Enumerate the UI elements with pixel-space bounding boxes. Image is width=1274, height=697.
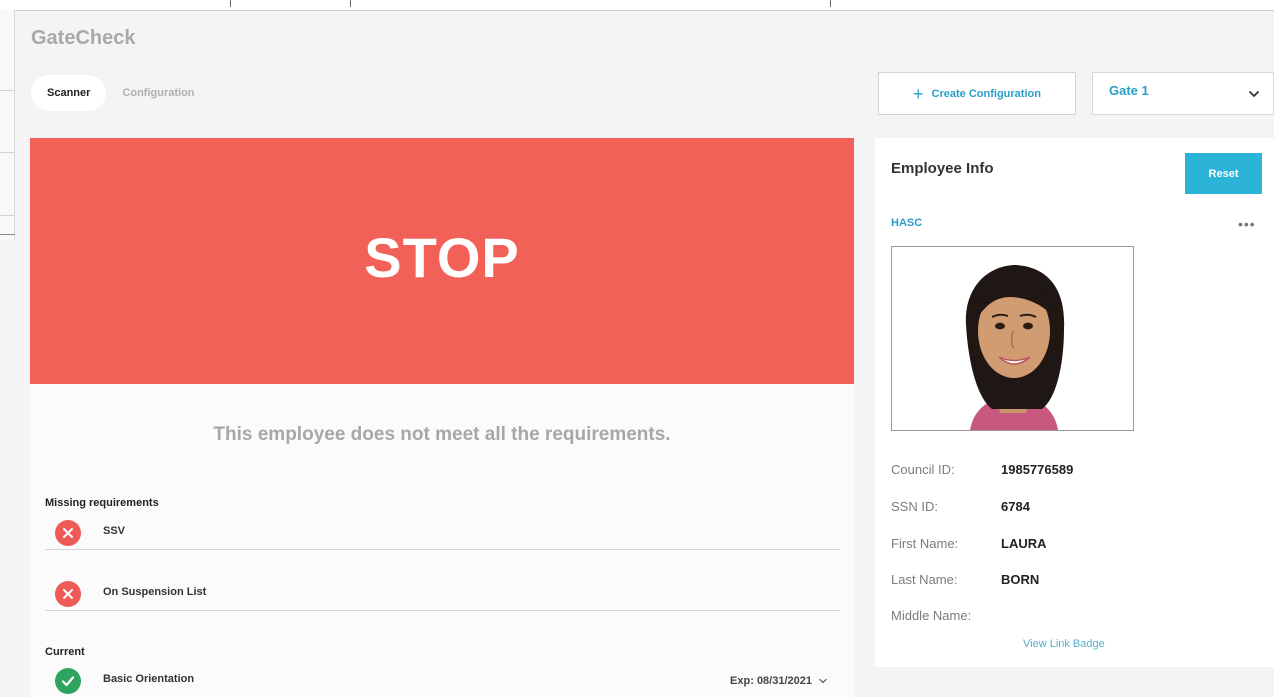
employee-org: HASC xyxy=(891,217,923,229)
frame-tick xyxy=(350,0,351,7)
field-value: BORN xyxy=(1001,572,1040,587)
employee-portrait xyxy=(892,247,1133,430)
app-window: GateCheck Scanner Configuration + Create… xyxy=(15,11,1274,697)
employee-info-title: Employee Info xyxy=(891,160,994,177)
field-value: 1985776589 xyxy=(1001,462,1074,477)
create-configuration-label: Create Configuration xyxy=(931,87,1041,100)
field-label: Last Name: xyxy=(891,572,958,587)
view-link-badge-link[interactable]: View Link Badge xyxy=(1023,638,1105,650)
field-label: First Name: xyxy=(891,536,959,551)
create-configuration-button[interactable]: + Create Configuration xyxy=(878,72,1076,115)
check-circle-icon xyxy=(55,668,81,694)
field-label: Council ID: xyxy=(891,462,955,477)
field-value: LAURA xyxy=(1001,536,1047,551)
current-requirements-heading: Current xyxy=(45,646,85,658)
employee-info-panel: Employee Info Reset HASC ••• Council ID:… xyxy=(875,138,1274,667)
field-label: Middle Name: xyxy=(891,608,972,623)
status-message: This employee does not meet all the requ… xyxy=(213,424,671,445)
more-horizontal-icon[interactable]: ••• xyxy=(1238,216,1256,232)
tab-scanner[interactable]: Scanner xyxy=(31,75,107,111)
status-banner: STOP xyxy=(30,138,854,384)
employee-photo xyxy=(891,246,1134,431)
requirement-row-ssv[interactable]: SSV xyxy=(45,511,840,550)
x-circle-icon xyxy=(55,520,81,546)
window-frame-left xyxy=(0,10,15,240)
frame-divider xyxy=(0,215,14,216)
requirement-row-suspension[interactable]: On Suspension List xyxy=(45,572,840,611)
chevron-down-icon xyxy=(1249,91,1259,97)
x-circle-icon xyxy=(55,581,81,607)
field-value: 6784 xyxy=(1001,499,1030,514)
app-title: GateCheck xyxy=(31,27,136,49)
missing-requirements-heading: Missing requirements xyxy=(45,497,159,509)
tab-configuration[interactable]: Configuration xyxy=(106,75,210,111)
field-label: SSN ID: xyxy=(891,499,938,514)
gate-select-value: Gate 1 xyxy=(1109,83,1149,98)
reset-button[interactable]: Reset xyxy=(1185,153,1262,194)
requirement-label: On Suspension List xyxy=(103,586,207,598)
status-banner-text: STOP xyxy=(364,225,520,289)
expiry-date: Exp: 08/31/2021 xyxy=(730,675,812,687)
tab-bar: Scanner Configuration xyxy=(31,75,211,111)
requirement-label: Basic Orientation xyxy=(103,673,195,685)
requirement-label: SSV xyxy=(103,525,126,537)
plus-icon: + xyxy=(913,83,924,104)
requirement-row-basic-orientation[interactable]: Basic Orientation Exp: 08/31/2021 xyxy=(45,659,840,697)
frame-divider xyxy=(0,152,14,153)
window-frame-top xyxy=(0,0,1274,11)
chevron-down-icon xyxy=(819,678,827,684)
frame-tick xyxy=(230,0,231,7)
frame-tick xyxy=(830,0,831,7)
frame-divider xyxy=(0,90,14,91)
expiry-toggle[interactable]: Exp: 08/31/2021 xyxy=(730,675,828,687)
gate-select[interactable]: Gate 1 xyxy=(1092,72,1274,115)
scanner-panel: STOP This employee does not meet all the… xyxy=(30,138,854,697)
